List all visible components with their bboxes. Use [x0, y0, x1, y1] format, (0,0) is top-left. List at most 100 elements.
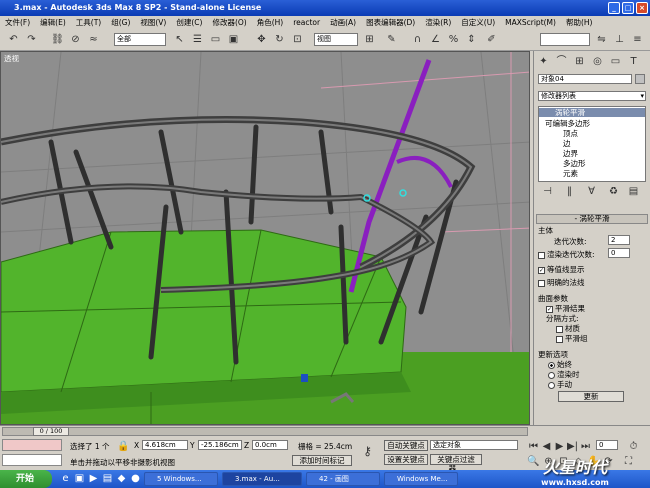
- menu-tools[interactable]: 工具(T): [71, 16, 106, 29]
- object-name-field[interactable]: 对象04: [538, 74, 632, 84]
- smoothing-groups-checkbox[interactable]: [556, 335, 563, 343]
- display-tab-icon[interactable]: ▭: [608, 54, 623, 69]
- time-slider-thumb[interactable]: 0 / 100: [33, 427, 69, 436]
- menu-maxscript[interactable]: MAXScript(M): [500, 16, 561, 29]
- bind-space-warp-icon[interactable]: ≈: [86, 32, 101, 47]
- menu-reactor[interactable]: reactor: [288, 16, 325, 29]
- quick-launch-app-icon[interactable]: ◆: [114, 471, 129, 486]
- quick-launch-media-icon[interactable]: ▶: [86, 471, 101, 486]
- edit-named-selection-icon[interactable]: ✐: [484, 32, 499, 47]
- menu-character[interactable]: 角色(H): [252, 16, 289, 29]
- menu-create[interactable]: 创建(C): [171, 16, 207, 29]
- menu-views[interactable]: 视图(V): [135, 16, 171, 29]
- pivot-center-icon[interactable]: ⊞: [362, 32, 377, 47]
- menu-edit[interactable]: 编辑(E): [35, 16, 71, 29]
- unlink-icon[interactable]: ⊘: [68, 32, 83, 47]
- layer-manager-icon[interactable]: ≡: [630, 32, 645, 47]
- task-windows-messenger[interactable]: Windows Me...: [384, 472, 458, 486]
- minimize-button[interactable]: _: [608, 2, 620, 14]
- quick-launch-desktop-icon[interactable]: ▣: [72, 471, 87, 486]
- menu-customize[interactable]: 自定义(U): [456, 16, 500, 29]
- update-manual-radio[interactable]: [548, 381, 555, 389]
- task-paint[interactable]: 42 - 画图: [306, 472, 380, 486]
- hierarchy-tab-icon[interactable]: ⊞: [572, 54, 587, 69]
- motion-tab-icon[interactable]: ◎: [590, 54, 605, 69]
- key-mode-dropdown[interactable]: 选定对象: [430, 440, 518, 450]
- quick-launch-folder-icon[interactable]: ▤: [100, 471, 115, 486]
- modify-tab-icon[interactable]: ⌒: [554, 54, 569, 69]
- stack-item-element[interactable]: 元素: [563, 168, 578, 179]
- angle-snap-icon[interactable]: ∠: [428, 32, 443, 47]
- undo-icon[interactable]: ↶: [6, 32, 21, 47]
- move-icon[interactable]: ✥: [254, 32, 269, 47]
- smooth-result-checkbox[interactable]: ✓: [546, 305, 553, 313]
- menu-file[interactable]: 文件(F): [0, 16, 35, 29]
- set-key-button[interactable]: 设置关键点: [384, 454, 428, 465]
- maximize-button[interactable]: □: [622, 2, 634, 14]
- close-button[interactable]: ×: [636, 2, 648, 14]
- turbosmooth-rollout-header[interactable]: - 涡轮平滑: [536, 214, 648, 224]
- lock-selection-icon[interactable]: 🔒: [116, 439, 131, 454]
- modifier-list-dropdown[interactable]: 修改器列表 ▾: [538, 91, 646, 101]
- align-icon[interactable]: ⊥: [612, 32, 627, 47]
- reference-coord-dropdown[interactable]: 视图: [314, 33, 358, 46]
- z-coordinate-field[interactable]: 0.0cm: [252, 440, 288, 450]
- material-checkbox[interactable]: [556, 325, 563, 333]
- named-selection-sets-field[interactable]: [540, 33, 590, 46]
- object-color-swatch[interactable]: [635, 74, 645, 84]
- add-time-tag-button[interactable]: 添加时间标记: [292, 455, 352, 466]
- maxscript-input[interactable]: [2, 454, 62, 466]
- show-end-result-icon[interactable]: ‖: [562, 184, 577, 199]
- scale-icon[interactable]: ⊡: [290, 32, 305, 47]
- quick-launch-app2-icon[interactable]: ●: [128, 471, 143, 486]
- start-button[interactable]: 开始: [0, 470, 52, 488]
- selection-filter-dropdown[interactable]: 全部: [114, 33, 166, 46]
- menu-group[interactable]: 组(G): [106, 16, 135, 29]
- render-iters-checkbox[interactable]: [538, 251, 545, 259]
- menu-help[interactable]: 帮助(H): [561, 16, 598, 29]
- select-by-name-icon[interactable]: ☰: [190, 32, 205, 47]
- select-manipulate-icon[interactable]: ✎: [384, 32, 399, 47]
- stack-item-turbosmooth[interactable]: 涡轮平滑: [539, 108, 645, 117]
- spinner-snap-icon[interactable]: ⇕: [464, 32, 479, 47]
- quick-launch-ie-icon[interactable]: e: [58, 471, 73, 486]
- explicit-normals-checkbox[interactable]: [538, 279, 545, 287]
- link-icon[interactable]: ⛓: [50, 32, 65, 47]
- auto-key-button[interactable]: 自动关键点: [384, 440, 428, 451]
- current-frame-field[interactable]: 0: [596, 440, 618, 450]
- configure-modifier-sets-icon[interactable]: ▤: [626, 184, 641, 199]
- time-configuration-icon[interactable]: ⏱: [626, 439, 641, 454]
- viewport-label[interactable]: 透视: [4, 53, 19, 64]
- key-icon[interactable]: ⚷: [360, 444, 375, 459]
- task-3dsmax[interactable]: 3.max - Au...: [222, 472, 302, 486]
- isoline-checkbox[interactable]: ✓: [538, 266, 545, 274]
- create-tab-icon[interactable]: ✦: [536, 54, 551, 69]
- time-slider[interactable]: 0 / 100: [2, 427, 528, 436]
- iterations-spinner[interactable]: 2: [608, 235, 630, 245]
- menu-graph-editors[interactable]: 图表编辑器(D): [361, 16, 420, 29]
- redo-icon[interactable]: ↷: [24, 32, 39, 47]
- menu-rendering[interactable]: 渲染(R): [420, 16, 456, 29]
- y-coordinate-field[interactable]: -25.186cm: [198, 440, 242, 450]
- remove-modifier-icon[interactable]: ♻: [606, 184, 621, 199]
- window-crossing-icon[interactable]: ▣: [226, 32, 241, 47]
- pin-stack-icon[interactable]: ⊣: [540, 184, 555, 199]
- update-render-radio[interactable]: [548, 371, 555, 379]
- render-iterations-spinner[interactable]: 0: [608, 248, 630, 258]
- menu-modifiers[interactable]: 修改器(O): [207, 16, 251, 29]
- update-button[interactable]: 更新: [558, 391, 624, 402]
- utilities-tab-icon[interactable]: T: [626, 54, 641, 69]
- rotate-icon[interactable]: ↻: [272, 32, 287, 47]
- update-always-radio[interactable]: [548, 361, 555, 369]
- make-unique-icon[interactable]: ∀: [584, 184, 599, 199]
- maxscript-listener[interactable]: [2, 439, 62, 451]
- x-coordinate-field[interactable]: 4.618cm: [142, 440, 188, 450]
- menu-animation[interactable]: 动画(A): [325, 16, 361, 29]
- snap-toggle-icon[interactable]: ∩: [410, 32, 425, 47]
- task-windows-explorer[interactable]: 5 Windows...: [144, 472, 218, 486]
- go-to-end-icon[interactable]: ⏭: [578, 439, 593, 454]
- select-object-icon[interactable]: ↖: [172, 32, 187, 47]
- perspective-viewport[interactable]: 透视: [0, 51, 530, 425]
- rectangular-selection-icon[interactable]: ▭: [208, 32, 223, 47]
- percent-snap-icon[interactable]: %: [446, 32, 461, 47]
